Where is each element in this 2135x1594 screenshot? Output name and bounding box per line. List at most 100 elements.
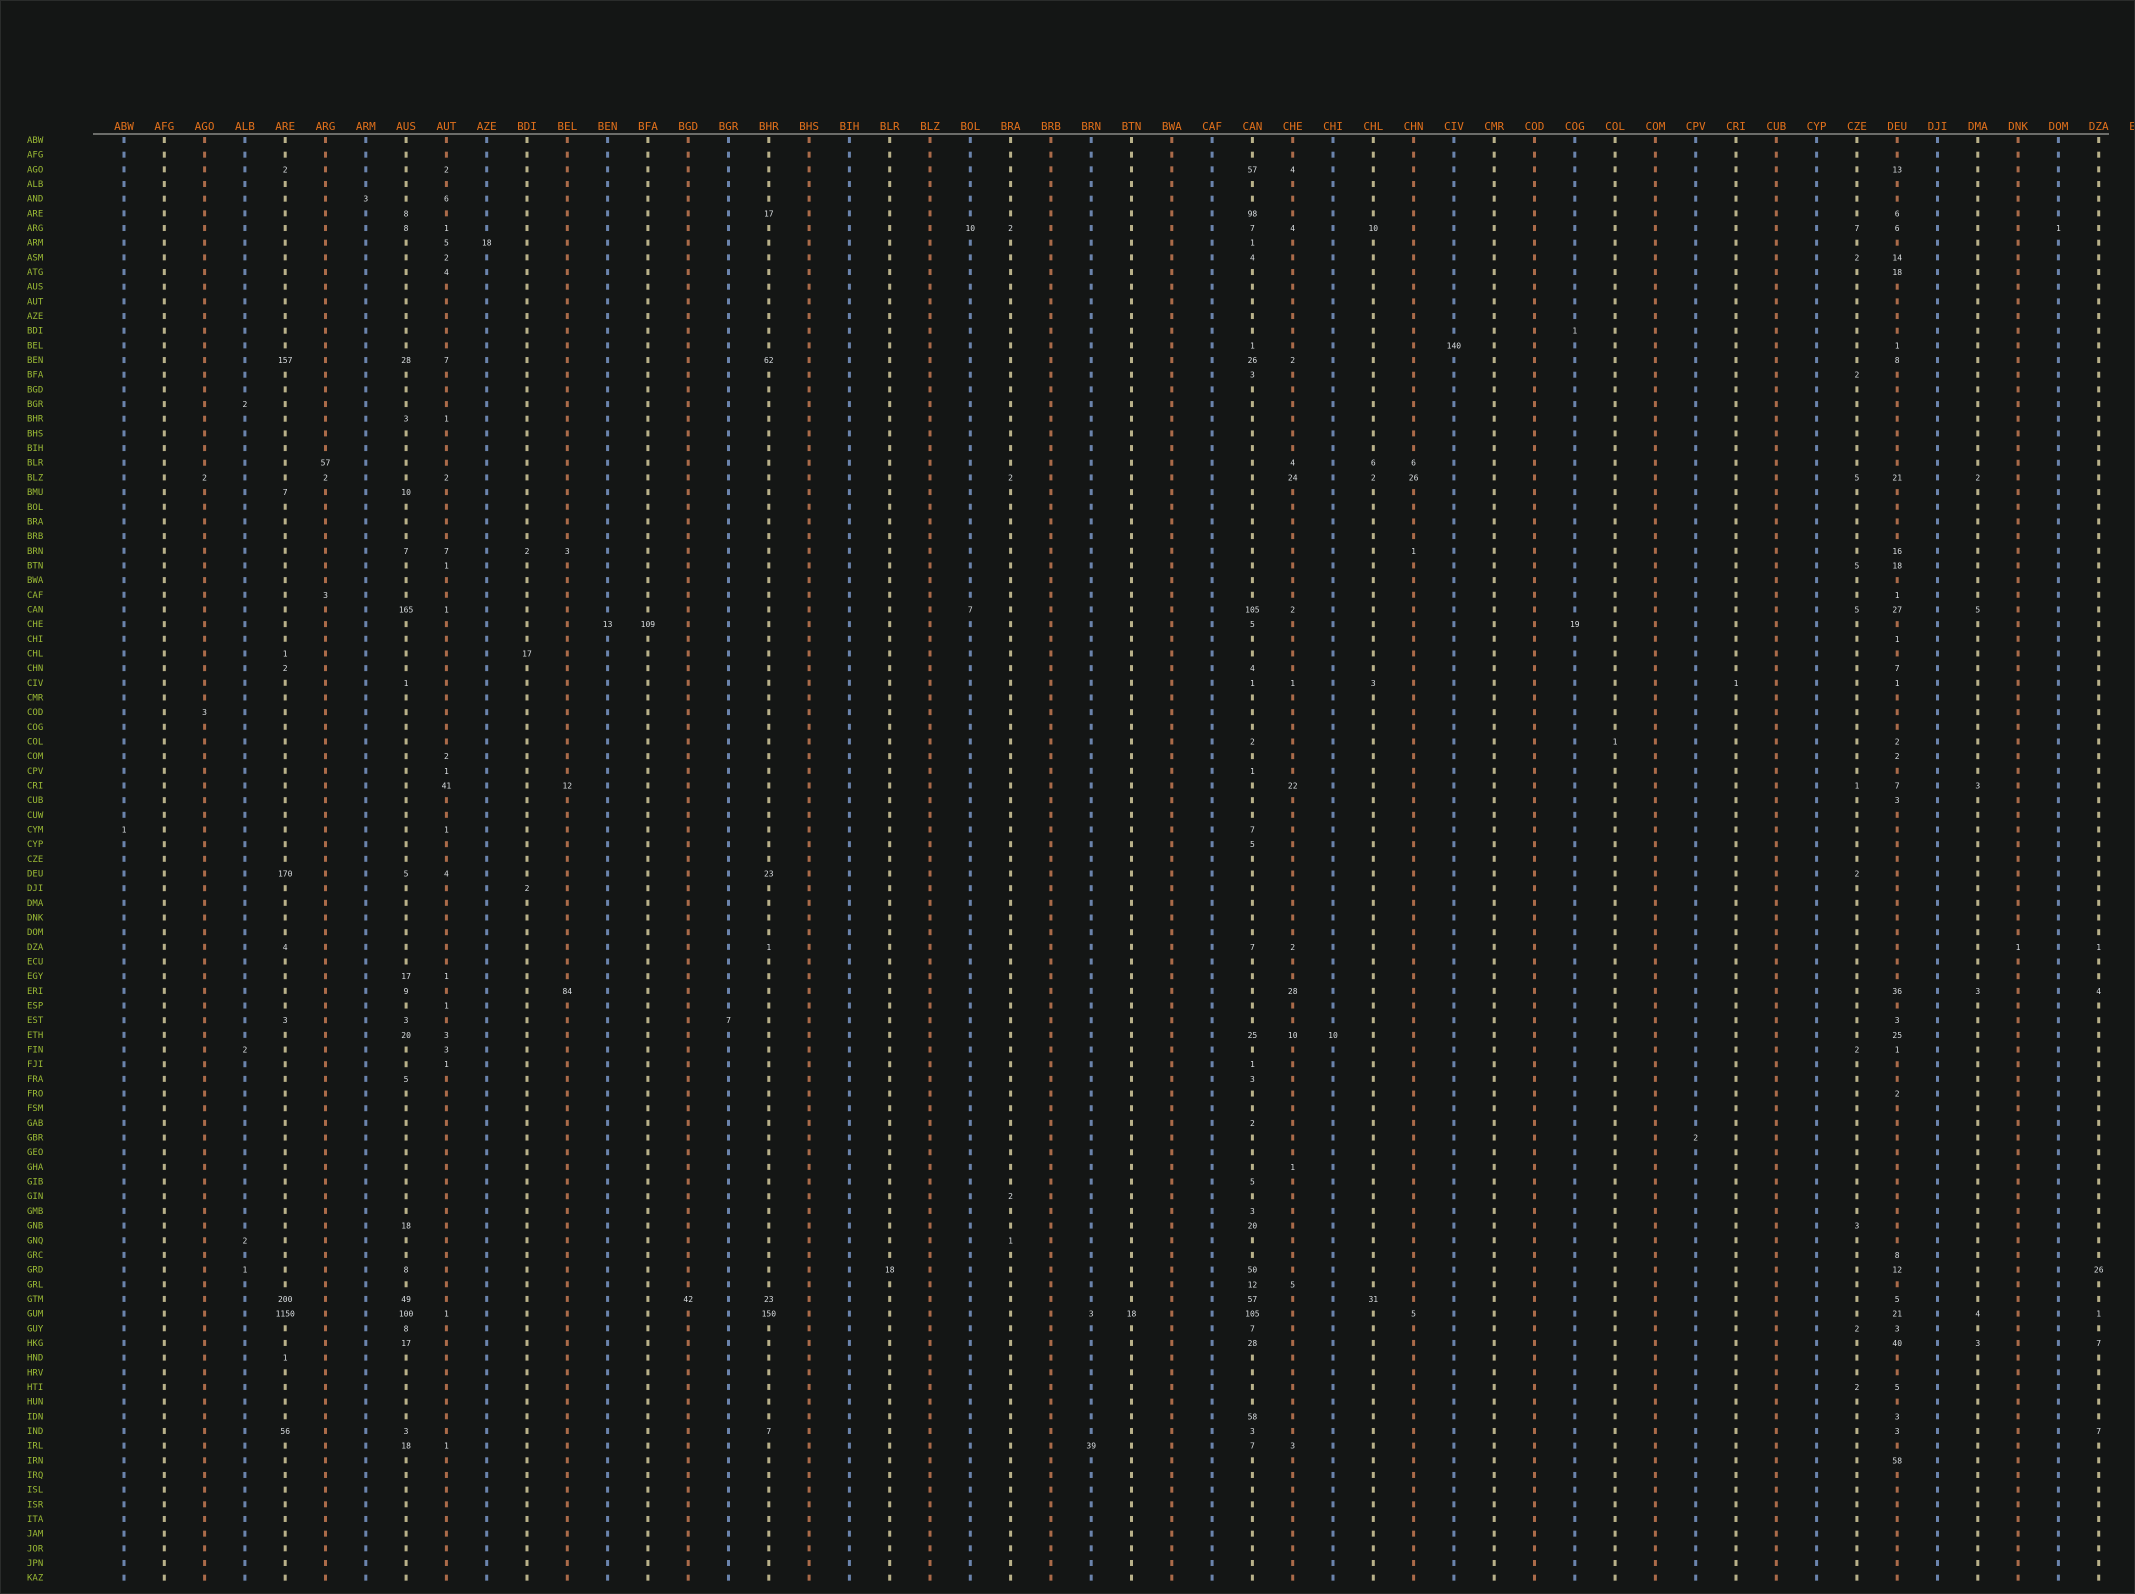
- cell-zero: [1774, 635, 1778, 642]
- cell-zero: [1331, 1134, 1335, 1141]
- cell-zero: [1331, 181, 1335, 188]
- cell-zero: [2056, 885, 2060, 892]
- cell-value: 7: [444, 547, 449, 556]
- cell-zero: [686, 415, 690, 422]
- cell-zero: [1573, 811, 1577, 818]
- cell-zero: [1774, 1383, 1778, 1390]
- cell-zero: [1130, 518, 1133, 525]
- cell-zero: [122, 1295, 126, 1302]
- row-label-cze: CZE: [27, 855, 43, 865]
- cell-zero: [968, 386, 972, 393]
- cell-zero: [1734, 181, 1738, 188]
- cell-zero: [1492, 195, 1496, 202]
- cell-zero: [968, 665, 972, 672]
- cell-zero: [485, 914, 489, 921]
- cell-zero: [364, 811, 368, 818]
- cell-zero: [162, 1486, 166, 1493]
- cell-zero: [1452, 1501, 1456, 1508]
- cell-zero: [283, 1207, 287, 1214]
- cell-zero: [2016, 1105, 2020, 1112]
- cell-zero: [1009, 1207, 1013, 1214]
- cell-zero: [162, 1442, 166, 1449]
- cell-zero: [1009, 987, 1013, 994]
- cell-zero: [1774, 313, 1778, 320]
- cell-zero: [1170, 254, 1174, 261]
- cell-zero: [1774, 1163, 1778, 1170]
- cell-zero: [1412, 137, 1416, 143]
- cell-zero: [928, 503, 932, 510]
- cell-zero: [646, 415, 650, 422]
- cell-zero: [727, 562, 730, 569]
- cell-zero: [1653, 533, 1657, 540]
- cell-zero: [1573, 1413, 1577, 1420]
- cell-zero: [1009, 547, 1013, 554]
- cell-zero: [1855, 1486, 1859, 1493]
- cell-zero: [1613, 562, 1617, 569]
- cell-zero: [727, 797, 730, 804]
- cell-zero: [1492, 225, 1496, 232]
- cell-zero: [1089, 723, 1093, 730]
- cell-zero: [1291, 958, 1295, 965]
- cell-value: 7: [1895, 664, 1900, 673]
- cell-zero: [1492, 738, 1496, 745]
- row-label-bih: BIH: [27, 444, 43, 454]
- cell-zero: [122, 1325, 126, 1332]
- cell-zero: [444, 650, 448, 657]
- cell-zero: [1170, 738, 1174, 745]
- cell-zero: [1613, 767, 1617, 774]
- cell-zero: [1210, 635, 1214, 642]
- cell-zero: [1371, 357, 1375, 364]
- cell-zero: [1492, 958, 1496, 965]
- cell-zero: [727, 841, 730, 848]
- cell-zero: [767, 1134, 771, 1141]
- cell-zero: [767, 1354, 771, 1361]
- cell-value: 24: [1288, 473, 1298, 482]
- cell-zero: [1613, 782, 1617, 789]
- cell-zero: [807, 489, 811, 496]
- cell-zero: [2097, 283, 2101, 290]
- cell-zero: [888, 1119, 892, 1126]
- cell-zero: [1291, 1354, 1295, 1361]
- cell-zero: [364, 1222, 368, 1229]
- cell-zero: [485, 753, 489, 760]
- cell-zero: [162, 929, 166, 936]
- cell-zero: [1089, 1369, 1093, 1376]
- cell-zero: [606, 958, 610, 965]
- cell-zero: [847, 327, 851, 334]
- cell-value: 3: [1250, 1075, 1255, 1084]
- cell-zero: [1976, 1354, 1980, 1361]
- cell-zero: [1653, 1501, 1657, 1508]
- cell-value: 2: [444, 473, 449, 482]
- cell-zero: [606, 327, 610, 334]
- cell-zero: [1815, 210, 1819, 217]
- cell-zero: [1936, 811, 1939, 818]
- cell-zero: [444, 503, 448, 510]
- cell-zero: [2097, 518, 2101, 525]
- cell-zero: [888, 327, 892, 334]
- cell-zero: [686, 577, 690, 584]
- cell-value: 1: [1734, 679, 1739, 688]
- cell-zero: [1694, 1501, 1698, 1508]
- cell-zero: [928, 1090, 932, 1097]
- cell-zero: [1452, 1178, 1456, 1185]
- cell-zero: [1210, 753, 1214, 760]
- cell-zero: [444, 298, 448, 305]
- cell-zero: [968, 1295, 972, 1302]
- cell-zero: [1210, 415, 1214, 422]
- cell-zero: [2097, 577, 2101, 584]
- cell-zero: [807, 1207, 811, 1214]
- column-labels: ABW AFG AGO ALB ARE ARG ARM AUS AUT AZE BDI BEL BEN B…: [114, 120, 2134, 133]
- cell-zero: [686, 342, 690, 349]
- cell-zero: [2016, 137, 2020, 143]
- cell-zero: [1895, 1075, 1899, 1082]
- cell-zero: [686, 1178, 690, 1185]
- cell-zero: [2097, 1515, 2101, 1522]
- cell-zero: [1774, 987, 1778, 994]
- cell-zero: [727, 547, 730, 554]
- cell-zero: [485, 313, 489, 320]
- cell-value: 3: [1854, 1222, 1859, 1231]
- cell-zero: [525, 151, 529, 158]
- cell-zero: [162, 474, 166, 481]
- cell-zero: [2097, 665, 2101, 672]
- cell-zero: [767, 1339, 771, 1346]
